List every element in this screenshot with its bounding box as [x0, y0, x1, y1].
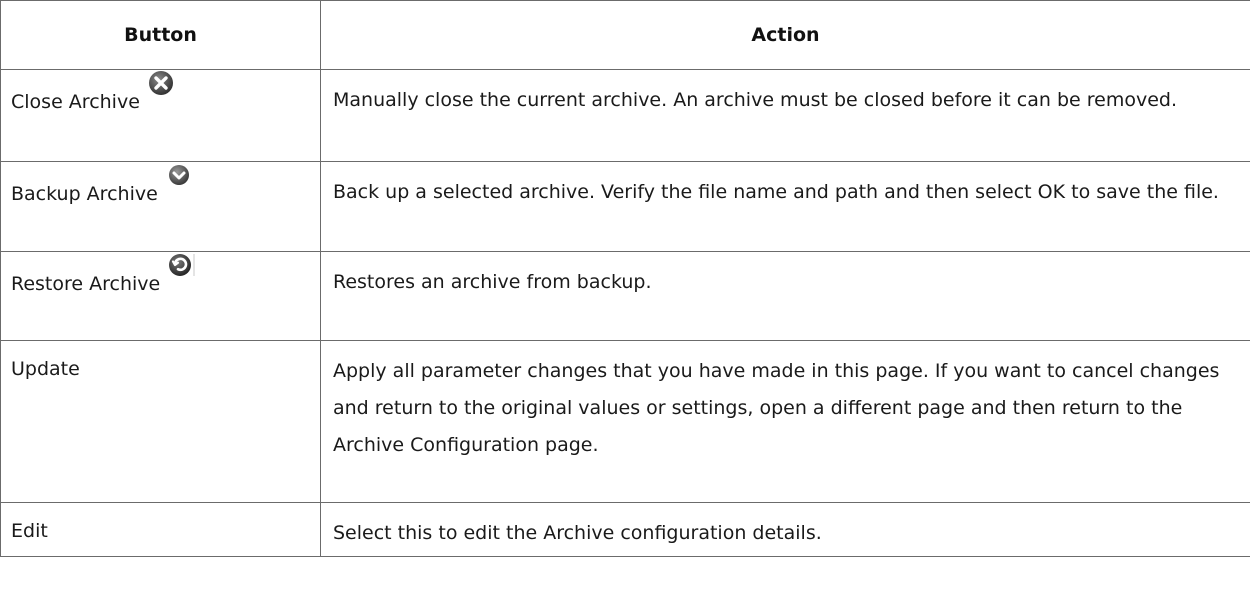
backup-down-arrow-icon[interactable]	[164, 160, 194, 190]
table-row: Restore Archive Restores an archive from…	[0, 250, 1250, 341]
button-action-table: Button Action Close Archive Manually clo…	[0, 0, 1250, 557]
table-header-row: Button Action	[0, 0, 1250, 70]
restore-arrow-icon[interactable]	[166, 250, 196, 280]
table-row: Edit Select this to edit the Archive con…	[0, 502, 1250, 557]
action-cell: Select this to edit the Archive configur…	[320, 502, 1250, 557]
close-archive-label: Close Archive	[11, 91, 140, 113]
header-button: Button	[0, 0, 321, 70]
table-row: Update Apply all parameter changes that …	[0, 340, 1250, 503]
restore-archive-label: Restore Archive	[11, 273, 161, 295]
button-cell: Close Archive	[0, 68, 321, 162]
action-cell: Back up a selected archive. Verify the f…	[320, 161, 1250, 252]
action-cell: Apply all parameter changes that you hav…	[320, 340, 1250, 503]
close-circle-icon[interactable]	[146, 68, 176, 98]
button-cell: Backup Archive	[0, 160, 321, 252]
action-cell: Restores an archive from backup.	[320, 251, 1250, 341]
action-cell: Manually close the current archive. An a…	[320, 69, 1250, 162]
update-label: Update	[0, 340, 321, 503]
header-action: Action	[320, 0, 1250, 70]
table-row: Close Archive Manually close the current…	[0, 68, 1250, 162]
table-row: Backup Archive Back up a selected archiv…	[0, 160, 1250, 252]
backup-archive-label: Backup Archive	[11, 183, 158, 205]
button-cell: Restore Archive	[0, 250, 321, 341]
edit-label: Edit	[0, 502, 321, 557]
